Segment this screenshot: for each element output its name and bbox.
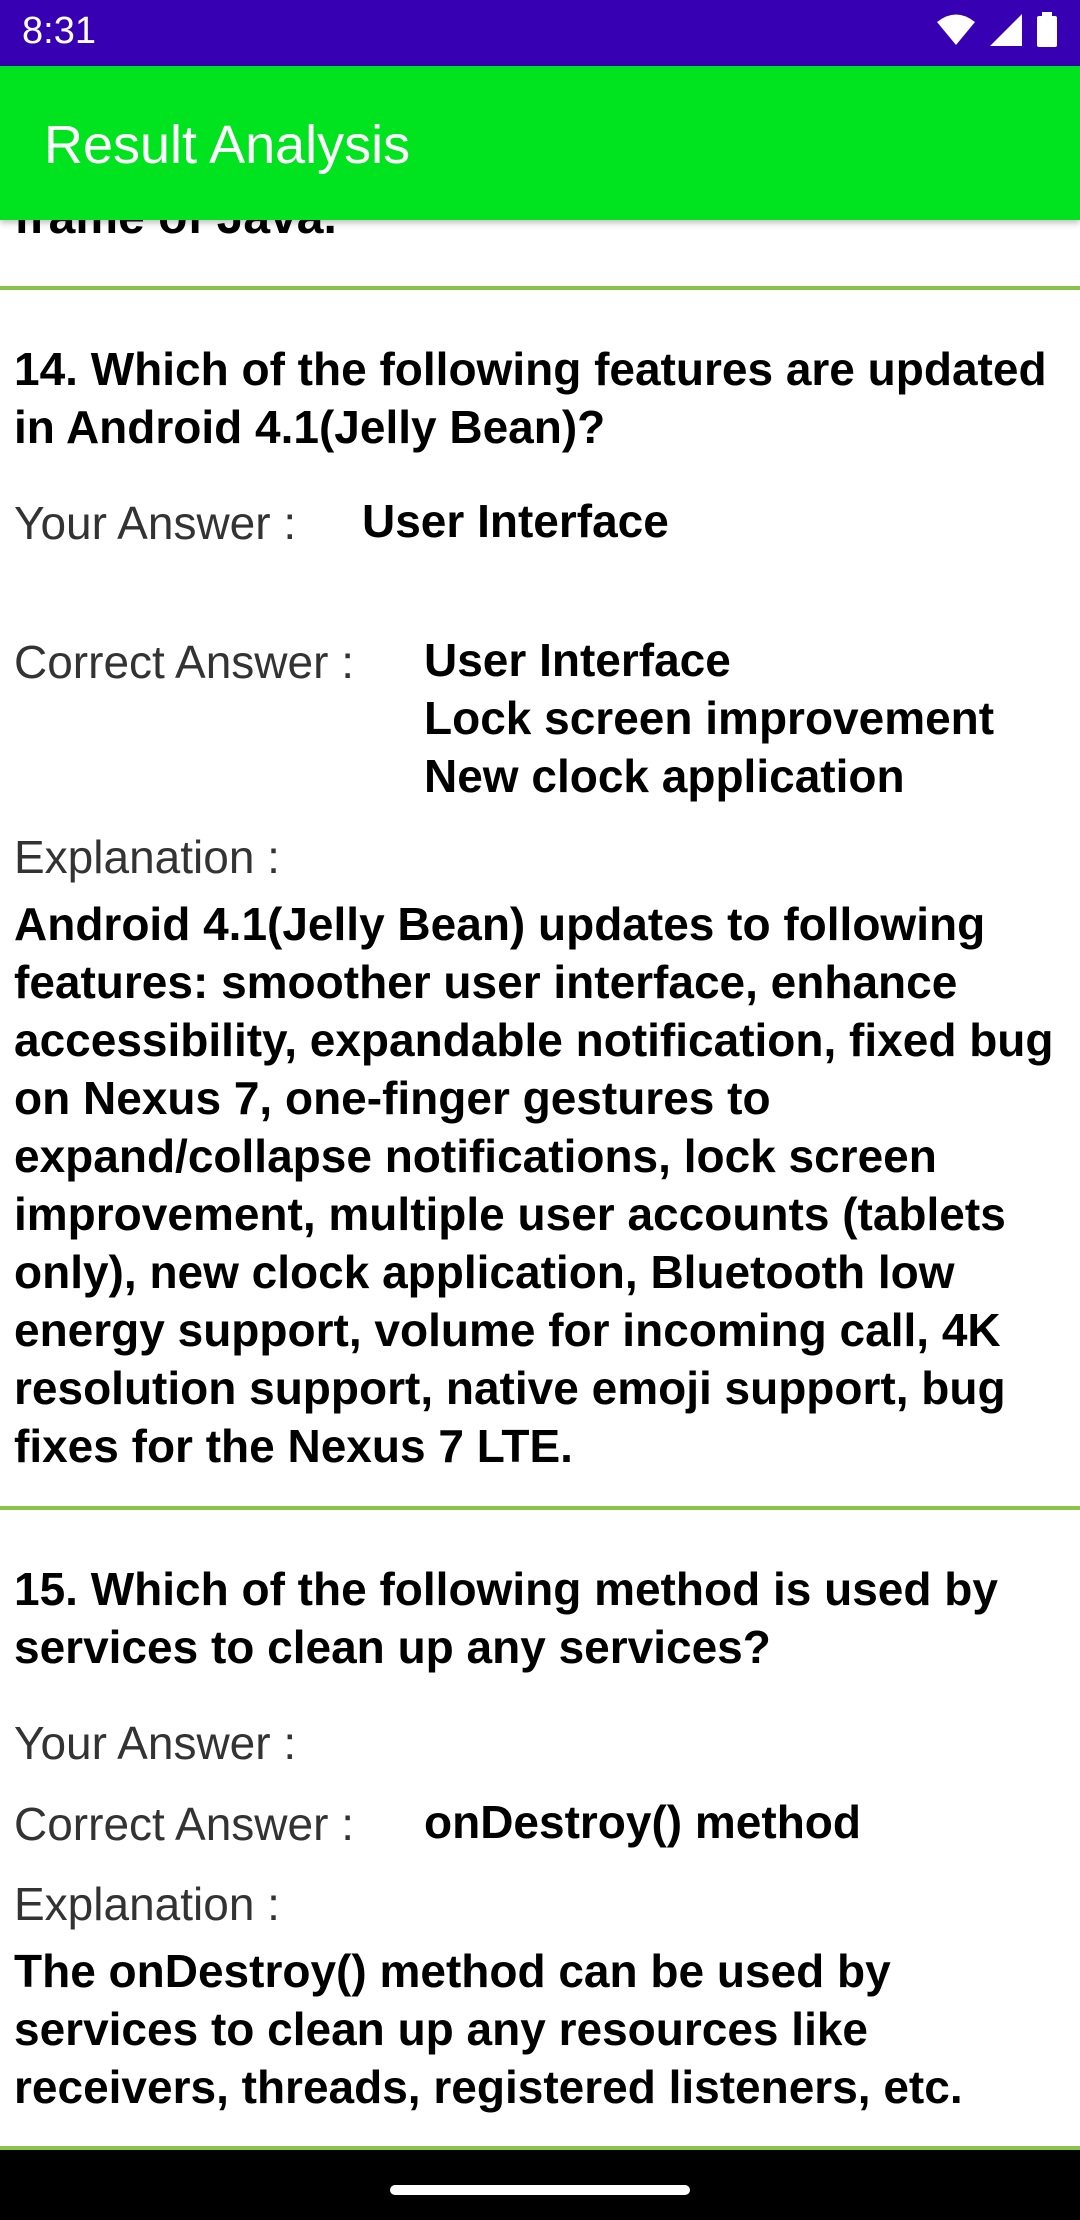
signal-icon bbox=[990, 14, 1022, 46]
wifi-icon bbox=[937, 14, 975, 45]
explanation-text: The onDestroy() method can be used by se… bbox=[14, 1945, 963, 2113]
navigation-bar bbox=[0, 2150, 1080, 2220]
correct-answer-label: Correct Answer : bbox=[14, 636, 354, 688]
battery-icon bbox=[1037, 12, 1057, 47]
correct-answer-value: User Interface bbox=[424, 634, 731, 686]
status-bar: 8:31 bbox=[0, 0, 1080, 66]
question-text: 14. Which of the following features are … bbox=[14, 343, 1047, 453]
question-text: 15. Which of the following method is use… bbox=[14, 1563, 998, 1673]
result-list[interactable]: frame of Java. 14. Which of the followin… bbox=[0, 200, 1080, 2150]
explanation-text: Android 4.1(Jelly Bean) updates to follo… bbox=[14, 898, 1054, 1472]
explanation-label: Explanation : bbox=[14, 1878, 280, 1930]
correct-answer-value: New clock application bbox=[424, 750, 905, 802]
correct-answer-value: Lock screen improvement bbox=[424, 692, 995, 744]
your-answer-label: Your Answer : bbox=[14, 1717, 297, 1769]
correct-answer-label: Correct Answer : bbox=[14, 1798, 354, 1850]
status-time: 8:31 bbox=[22, 10, 96, 52]
your-answer-label: Your Answer : bbox=[14, 497, 297, 549]
explanation-label: Explanation : bbox=[14, 831, 280, 883]
app-bar: Result Analysis bbox=[0, 66, 1080, 220]
page-title: Result Analysis bbox=[44, 115, 411, 175]
divider bbox=[0, 1506, 1080, 1510]
your-answer-value: User Interface bbox=[362, 495, 669, 547]
divider bbox=[0, 286, 1080, 290]
status-icons bbox=[936, 12, 1058, 48]
correct-answer-value: onDestroy() method bbox=[424, 1796, 861, 1848]
home-gesture-handle[interactable] bbox=[390, 2185, 690, 2195]
